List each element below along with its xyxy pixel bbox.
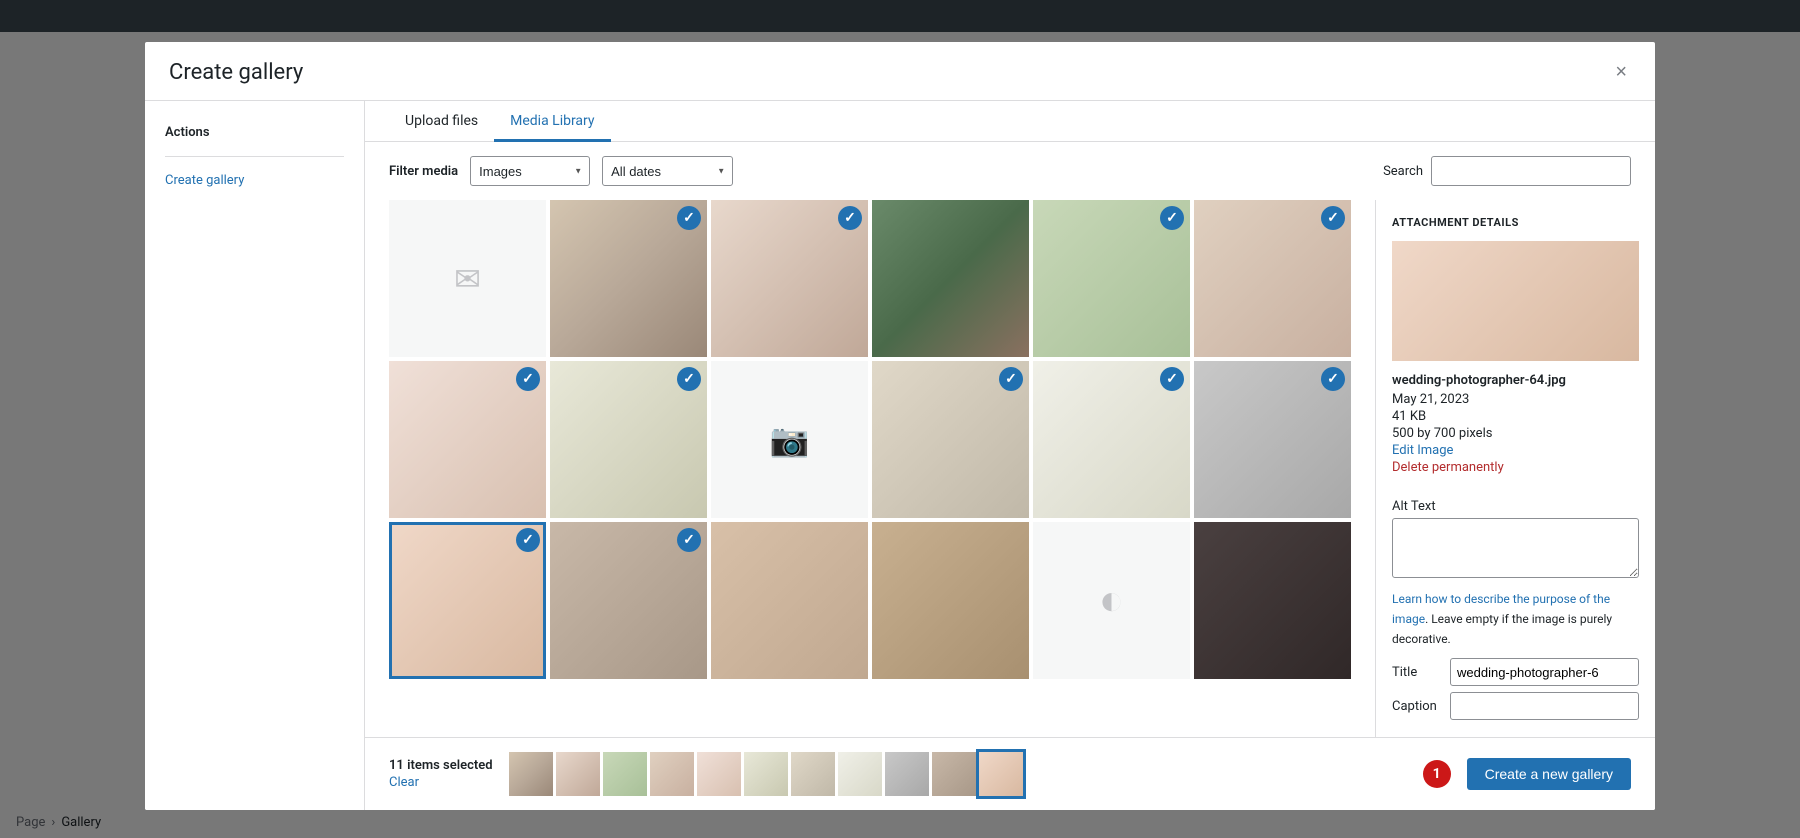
modal-body: Actions Create gallery Upload files Medi…	[145, 101, 1655, 810]
caption-label: Caption	[1392, 699, 1442, 714]
selected-thumb[interactable]	[932, 752, 976, 796]
attachment-size: 41 KB	[1392, 409, 1639, 424]
type-filter-wrap: Images Audio Video	[470, 156, 590, 186]
selected-thumb[interactable]	[509, 752, 553, 796]
media-item[interactable]: ✓	[711, 200, 868, 357]
create-gallery-modal: Create gallery × Actions Create gallery …	[145, 42, 1655, 810]
modal-footer: 11 items selected Clear	[365, 737, 1655, 810]
attachment-details-title: ATTACHMENT DETAILS	[1392, 216, 1639, 229]
selected-thumb[interactable]	[838, 752, 882, 796]
attachment-filename: wedding-photographer-64.jpg	[1392, 373, 1639, 388]
alt-text-input[interactable]	[1392, 518, 1639, 578]
media-grid-wrap[interactable]: ✉ ✓ ✓	[365, 200, 1375, 737]
actions-label: Actions	[145, 117, 364, 148]
delete-permanently-link[interactable]: Delete permanently	[1392, 460, 1639, 475]
media-item[interactable]	[711, 522, 868, 679]
selected-thumb[interactable]	[697, 752, 741, 796]
check-badge: ✓	[677, 367, 701, 391]
check-badge: ✓	[677, 206, 701, 230]
selected-thumb[interactable]	[603, 752, 647, 796]
check-badge: ✓	[1160, 206, 1184, 230]
media-grid: ✉ ✓ ✓	[389, 200, 1351, 679]
search-label: Search	[1383, 164, 1423, 179]
selected-thumb[interactable]	[650, 752, 694, 796]
modal-title: Create gallery	[169, 60, 303, 85]
clear-link[interactable]: Clear	[389, 775, 493, 790]
attachment-dimensions: 500 by 700 pixels	[1392, 426, 1639, 441]
media-item[interactable]: ✓	[1194, 361, 1351, 518]
selected-thumb[interactable]	[744, 752, 788, 796]
media-item[interactable]	[872, 200, 1029, 357]
selected-thumbnails	[509, 752, 1407, 796]
selected-thumb[interactable]	[885, 752, 929, 796]
modal-tabs: Upload files Media Library	[365, 101, 1655, 142]
check-badge: ✓	[999, 367, 1023, 391]
check-badge: ✓	[838, 206, 862, 230]
title-label: Title	[1392, 665, 1442, 680]
check-badge: ✓	[516, 367, 540, 391]
check-badge: ✓	[1321, 367, 1345, 391]
attachment-details-panel: ATTACHMENT DETAILS wedding-photographer-…	[1375, 200, 1655, 737]
check-badge-selected: ✓	[516, 528, 540, 552]
selected-thumb[interactable]	[556, 752, 600, 796]
media-item[interactable]: ✓	[550, 200, 707, 357]
alt-text-label: Alt Text	[1392, 499, 1436, 514]
attachment-thumbnail	[1392, 241, 1639, 361]
type-filter-select[interactable]: Images Audio Video	[470, 156, 590, 186]
media-item[interactable]	[1194, 522, 1351, 679]
media-item-selected[interactable]: ✓	[389, 522, 546, 679]
grid-details-wrap: ✉ ✓ ✓	[365, 200, 1655, 737]
sidebar-item-create-gallery[interactable]: Create gallery	[145, 165, 364, 196]
admin-bar	[0, 0, 1800, 32]
media-item[interactable]: ✓	[872, 361, 1029, 518]
date-filter-select[interactable]: All dates January 2024 December 2023	[602, 156, 733, 186]
modal-overlay: Create gallery × Actions Create gallery …	[0, 32, 1800, 838]
badge-number: 1	[1423, 760, 1451, 788]
media-item[interactable]: ✓	[550, 522, 707, 679]
title-input[interactable]	[1450, 658, 1639, 686]
selected-thumb[interactable]	[791, 752, 835, 796]
media-item[interactable]: 📷	[711, 361, 868, 518]
check-badge: ✓	[1321, 206, 1345, 230]
media-item[interactable]: ✉	[389, 200, 546, 357]
search-wrap: Search	[1383, 156, 1631, 186]
modal-main: Upload files Media Library Filter media …	[365, 101, 1655, 810]
check-badge: ✓	[1160, 367, 1184, 391]
edit-image-link[interactable]: Edit Image	[1392, 443, 1639, 458]
media-item[interactable]	[872, 522, 1029, 679]
modal-header: Create gallery ×	[145, 42, 1655, 101]
media-item[interactable]: ✓	[1194, 200, 1351, 357]
search-input[interactable]	[1431, 156, 1631, 186]
filter-bar: Filter media Images Audio Video All date…	[365, 142, 1655, 200]
filter-media-label: Filter media	[389, 164, 458, 179]
sidebar-divider	[165, 156, 344, 157]
media-item[interactable]: ✓	[389, 361, 546, 518]
media-item[interactable]: ✓	[550, 361, 707, 518]
tab-media-library[interactable]: Media Library	[494, 101, 610, 142]
caption-input[interactable]	[1450, 692, 1639, 720]
selected-thumb-active[interactable]	[979, 752, 1023, 796]
media-item[interactable]: ✓	[1033, 200, 1190, 357]
learn-link: Learn how to describe the purpose of the…	[1392, 592, 1612, 646]
selected-count: 11 items selected	[389, 758, 493, 773]
media-item[interactable]: ◐	[1033, 522, 1190, 679]
tab-upload-files[interactable]: Upload files	[389, 101, 494, 142]
close-button[interactable]: ×	[1611, 58, 1631, 86]
date-filter-wrap: All dates January 2024 December 2023	[602, 156, 733, 186]
learn-suffix: . Leave empty if the image is purely dec…	[1392, 612, 1612, 646]
modal-sidebar: Actions Create gallery	[145, 101, 365, 810]
attachment-date: May 21, 2023	[1392, 392, 1639, 407]
check-badge: ✓	[677, 528, 701, 552]
create-new-gallery-button[interactable]: Create a new gallery	[1467, 758, 1631, 790]
media-item[interactable]: ✓	[1033, 361, 1190, 518]
